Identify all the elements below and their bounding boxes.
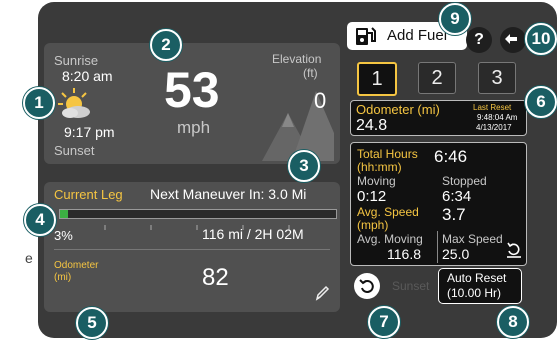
fuel-pump-icon <box>354 25 378 47</box>
back-arrow-icon <box>505 34 517 44</box>
trip-button-3[interactable]: 3 <box>478 62 516 94</box>
progress-ticks <box>59 218 335 230</box>
reset-stat-icon[interactable] <box>507 241 521 259</box>
trip-overview-panel: Sunrise 8:20 am 9:17 pm Sunset 53 mph El… <box>44 43 340 164</box>
odometer-unit: (mi) <box>54 272 72 283</box>
avg-speed-value: 3.7 <box>442 205 466 224</box>
callout-10: 10 <box>525 23 557 55</box>
trip-button-1[interactable]: 1 <box>357 62 397 96</box>
leg-progress-percent: 3% <box>54 228 73 243</box>
add-fuel-label: Add Fuel <box>387 27 448 44</box>
last-reset-date: 4/13/2017 <box>476 123 512 132</box>
total-hours-label: Total Hours <box>357 147 418 161</box>
elevation-label: Elevation <box>272 52 322 66</box>
stopped-value: 6:34 <box>442 188 472 205</box>
total-hours-unit: (hh:mm) <box>357 160 402 174</box>
leg-remaining: 116 mi / 2H 02M <box>202 226 304 242</box>
auto-reset-interval: (10.00 Hr) <box>447 286 502 300</box>
stats-divider <box>437 231 438 263</box>
max-speed-value: 25.0 <box>442 246 470 262</box>
callout-4: 4 <box>24 204 56 236</box>
next-maneuver: Next Maneuver In: 3.0 Mi <box>150 186 307 202</box>
sunrise-label: Sunrise <box>54 53 99 68</box>
avg-moving-value: 116.8 <box>387 246 421 262</box>
trip-button-2[interactable]: 2 <box>418 62 456 94</box>
trip-odometer-box: Odometer (mi) 24.8 Last Reset 9:48:04 Am… <box>350 100 527 136</box>
callout-2: 2 <box>150 29 182 61</box>
elevation-value: 0 <box>314 88 327 113</box>
avg-speed-unit: (mph) <box>357 218 389 232</box>
elevation-unit: (ft) <box>303 66 318 80</box>
moving-value: 0:12 <box>357 188 387 205</box>
trip-odometer-label: Odometer (mi) <box>356 102 440 117</box>
callout-8: 8 <box>497 306 529 338</box>
sunrise-time: 8:20 am <box>62 68 113 84</box>
callout-3: 3 <box>288 150 320 182</box>
max-speed-label: Max Speed <box>442 232 503 246</box>
help-button[interactable]: ? <box>466 27 492 53</box>
callout-5: 5 <box>76 307 108 339</box>
stopped-label: Stopped <box>442 174 487 188</box>
faded-label: Sunset <box>392 279 430 293</box>
avg-speed-label: Avg. Speed <box>357 205 419 219</box>
reset-all-button[interactable] <box>354 273 380 299</box>
leg-divider <box>54 249 330 250</box>
auto-reset-label: Auto Reset <box>447 271 507 285</box>
avg-moving-label: Avg. Moving <box>357 232 423 246</box>
current-leg-title: Current Leg <box>54 187 123 202</box>
trip-stats-box: Total Hours (hh:mm) 6:46 Moving Stopped … <box>350 142 527 266</box>
speed-unit: mph <box>177 118 211 137</box>
sun-cloud-icon <box>56 87 92 121</box>
side-label: e <box>25 250 33 266</box>
sunset-label: Sunset <box>54 143 95 158</box>
speed-value: 53 <box>164 62 220 118</box>
callout-7: 7 <box>368 306 400 338</box>
leg-progress-fill <box>60 210 69 218</box>
auto-reset-button[interactable]: Auto Reset (10.00 Hr) <box>438 268 522 304</box>
current-leg-panel[interactable]: Current Leg Next Maneuver In: 3.0 Mi 3% … <box>44 182 340 312</box>
odometer-label: Odometer <box>54 260 99 271</box>
sunset-time: 9:17 pm <box>64 124 115 140</box>
back-button[interactable] <box>500 27 526 53</box>
moving-label: Moving <box>357 174 396 188</box>
reset-icon <box>359 279 374 293</box>
odometer-value: 82 <box>202 264 229 291</box>
last-reset-time: 9:48:04 Am <box>477 113 518 122</box>
trip-odometer-value: 24.8 <box>356 117 388 134</box>
callout-6: 6 <box>525 86 557 118</box>
callout-1: 1 <box>23 87 55 119</box>
last-reset-label: Last Reset <box>473 103 512 112</box>
total-hours-value: 6:46 <box>434 147 468 166</box>
callout-9: 9 <box>439 3 471 35</box>
edit-pencil-icon[interactable] <box>314 284 330 302</box>
